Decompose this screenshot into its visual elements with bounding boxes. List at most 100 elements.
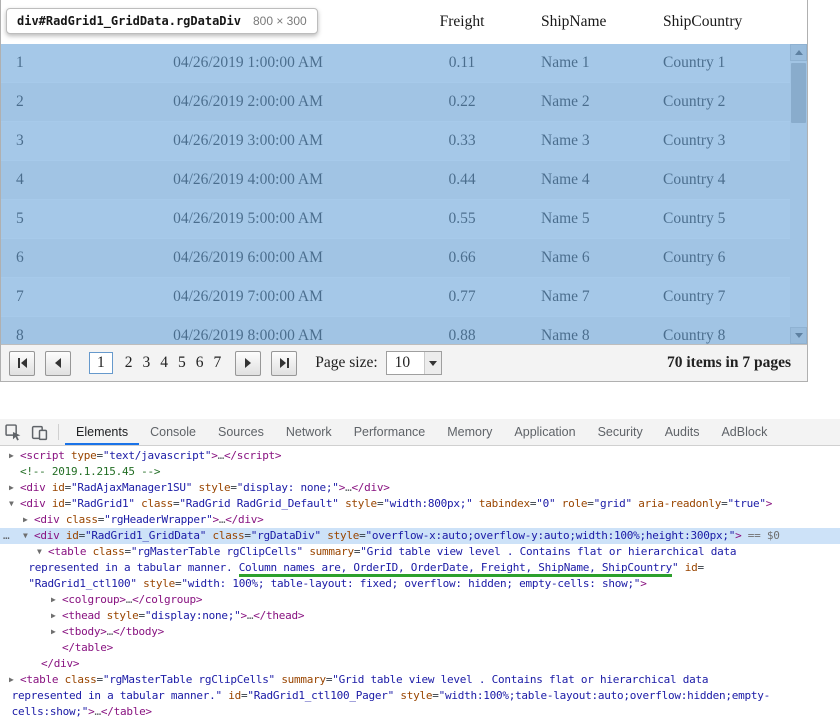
tab-memory[interactable]: Memory — [436, 419, 503, 445]
expand-arrow-icon[interactable]: ▶ — [51, 592, 56, 608]
table-row[interactable]: 304/26/2019 3:00:00 AM0.33Name 3Country … — [1, 122, 790, 161]
device-toolbar-button[interactable] — [26, 419, 52, 445]
toolbar-separator — [58, 424, 59, 440]
code-token: <table — [20, 673, 58, 686]
inspect-element-button[interactable] — [0, 419, 26, 445]
dom-tree-node[interactable]: ▶<thead style="display:none;">…</thead> — [0, 608, 840, 624]
dom-tree-node[interactable]: </div> — [0, 656, 840, 672]
expand-arrow-icon[interactable]: ▶ — [9, 448, 14, 464]
dom-tree-node[interactable]: …▼<div id="RadGrid1_GridData" class="rgD… — [0, 528, 840, 544]
column-header-freight[interactable]: Freight — [407, 13, 517, 31]
code-token: "text/javascript" — [103, 449, 211, 462]
code-token: "RadGrid1_ctl100_Pager" — [247, 689, 394, 702]
collapse-arrow-icon[interactable]: ▼ — [9, 496, 14, 512]
code-token: id — [66, 529, 79, 542]
vertical-scrollbar[interactable] — [790, 44, 807, 344]
dom-tree-node[interactable]: ▶<div id="RadAjaxManager1SU" style="disp… — [0, 480, 840, 496]
table-row[interactable]: 404/26/2019 4:00:00 AM0.44Name 4Country … — [1, 161, 790, 200]
code-token: style — [107, 609, 139, 622]
dom-tree-node[interactable]: ▶<div class="rgHeaderWrapper">…</div> — [0, 512, 840, 528]
code-token: == $0 — [741, 529, 779, 542]
collapse-arrow-icon[interactable]: ▼ — [37, 544, 42, 560]
cell: 4 — [1, 171, 89, 189]
cell: Country 7 — [635, 288, 790, 306]
scroll-up-button[interactable] — [790, 44, 807, 61]
collapse-arrow-icon[interactable]: ▼ — [23, 528, 28, 544]
table-row[interactable]: 704/26/2019 7:00:00 AM0.77Name 7Country … — [1, 278, 790, 317]
tab-application[interactable]: Application — [503, 419, 586, 445]
inspect-cursor-icon — [5, 424, 22, 441]
code-token: "rgDataDiv" — [251, 529, 321, 542]
code-token: style — [345, 497, 377, 510]
tab-audits[interactable]: Audits — [654, 419, 711, 445]
table-row[interactable]: 504/26/2019 5:00:00 AM0.55Name 5Country … — [1, 200, 790, 239]
tab-performance[interactable]: Performance — [343, 419, 437, 445]
dom-tree-node[interactable]: ▼<table class="rgMasterTable rgClipCells… — [0, 544, 840, 560]
first-page-button[interactable] — [9, 351, 35, 376]
code-token: </table> — [101, 705, 152, 718]
code-token: </script> — [224, 449, 281, 462]
expand-arrow-icon[interactable]: ▶ — [51, 608, 56, 624]
tab-adblock[interactable]: AdBlock — [710, 419, 778, 445]
code-token: "RadGrid1_GridData" — [85, 529, 206, 542]
tab-console[interactable]: Console — [139, 419, 207, 445]
code-token: <thead — [62, 609, 100, 622]
scroll-down-button[interactable] — [790, 327, 807, 344]
column-header-shipname[interactable]: ShipName — [517, 13, 635, 31]
left-triangle-icon — [21, 358, 27, 368]
table-row[interactable]: 204/26/2019 2:00:00 AM0.22Name 2Country … — [1, 83, 790, 122]
page-number-button[interactable]: 6 — [196, 354, 204, 372]
last-page-icon — [287, 358, 289, 368]
page-number-button[interactable]: 5 — [178, 354, 186, 372]
dom-tree-node[interactable]: cells:show;">…</table> — [0, 704, 840, 720]
dom-tree-node[interactable]: represented in a tabular manner." id="Ra… — [0, 688, 840, 704]
last-page-button[interactable] — [271, 351, 297, 376]
prev-page-button[interactable] — [45, 351, 71, 376]
cell: 04/26/2019 1:00:00 AM — [89, 54, 407, 72]
tab-security[interactable]: Security — [587, 419, 654, 445]
dom-tree-node[interactable]: ▶<colgroup>…</colgroup> — [0, 592, 840, 608]
table-row[interactable]: 604/26/2019 6:00:00 AM0.66Name 6Country … — [1, 239, 790, 278]
page-number-button[interactable]: 3 — [143, 354, 151, 372]
dom-tree-node[interactable]: ▶<script type="text/javascript">…</scrip… — [0, 448, 840, 464]
dom-tree-node[interactable]: <!-- 2019.1.215.45 --> — [0, 464, 840, 480]
code-token: "rgHeaderWrapper" — [104, 513, 212, 526]
scrollbar-thumb[interactable] — [791, 63, 806, 123]
code-token: <div — [34, 529, 60, 542]
page-size-label: Page size: — [315, 354, 377, 372]
tab-network[interactable]: Network — [275, 419, 343, 445]
expand-arrow-icon[interactable]: ▶ — [9, 480, 14, 496]
cell: 6 — [1, 249, 89, 267]
dom-tree-node[interactable]: ▶<script type="text/javascript">…</scrip… — [0, 720, 840, 722]
page-number-button[interactable]: 2 — [125, 354, 133, 372]
dom-tree-node[interactable]: ▶<tbody>…</tbody> — [0, 624, 840, 640]
expand-arrow-icon[interactable]: ▶ — [51, 624, 56, 640]
page-number-button[interactable]: 7 — [214, 354, 222, 372]
cell: Country 5 — [635, 210, 790, 228]
page-size-dropdown[interactable]: 10 — [386, 351, 442, 375]
next-page-button[interactable] — [235, 351, 261, 376]
current-page-button[interactable]: 1 — [89, 352, 113, 374]
tab-sources[interactable]: Sources — [207, 419, 275, 445]
expand-arrow-icon[interactable]: ▶ — [9, 672, 14, 688]
page-number-button[interactable]: 4 — [160, 354, 168, 372]
dom-tree-node[interactable]: ▶<table class="rgMasterTable rgClipCells… — [0, 672, 840, 688]
dom-tree-node[interactable]: "RadGrid1_ctl100" style="width: 100%; ta… — [0, 576, 840, 592]
table-row[interactable]: 104/26/2019 1:00:00 AM0.11Name 1Country … — [1, 44, 790, 83]
table-row[interactable]: 804/26/2019 8:00:00 AM0.88Name 8Country … — [1, 317, 790, 344]
first-page-icon — [18, 358, 20, 368]
dom-tree-node[interactable]: ▼<div id="RadGrid1" class="RadGrid RadGr… — [0, 496, 840, 512]
dom-tree-node[interactable]: represented in a tabular manner. Column … — [0, 560, 840, 576]
selected-node-ellipsis[interactable]: … — [3, 528, 9, 544]
dom-tree-node[interactable]: </table> — [0, 640, 840, 656]
tab-elements[interactable]: Elements — [65, 419, 139, 445]
dropdown-arrow-icon[interactable] — [424, 352, 441, 374]
code-token: "width: 100%; table-layout: fixed; overf… — [181, 577, 640, 590]
cell: Name 2 — [517, 93, 635, 111]
expand-arrow-icon[interactable]: ▶ — [23, 512, 28, 528]
cell: 04/26/2019 3:00:00 AM — [89, 132, 407, 150]
expand-arrow-icon[interactable]: ▶ — [9, 720, 14, 722]
column-header-shipcountry[interactable]: ShipCountry — [635, 13, 790, 31]
grid-rows: 104/26/2019 1:00:00 AM0.11Name 1Country … — [1, 44, 790, 344]
cell: Name 8 — [517, 327, 635, 344]
